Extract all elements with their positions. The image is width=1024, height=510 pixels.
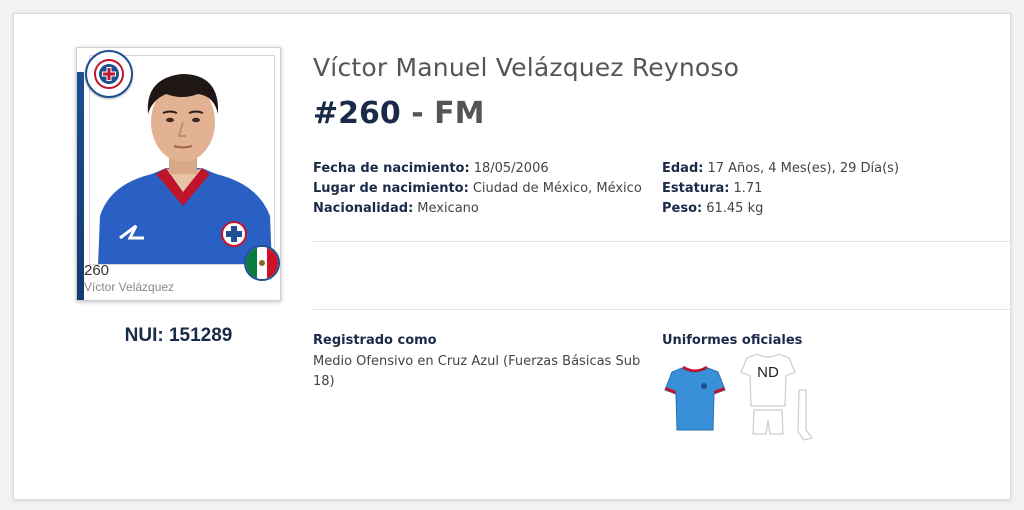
detail-value: 1.71: [733, 181, 763, 196]
uniforms-title: Uniformes oficiales: [662, 333, 803, 348]
detail-row-weight: Peso: 61.45 kg: [662, 199, 899, 219]
divider: [313, 241, 1012, 242]
details-left: Fecha de nacimiento: 18/05/2006 Lugar de …: [313, 159, 642, 219]
nui-label: NUI: 151289: [76, 325, 281, 347]
registration-title: Registrado como: [313, 333, 437, 348]
player-profile-card: 260 Víctor Velázquez NUI: 151289 Víctor …: [13, 13, 1012, 500]
detail-row-age: Edad: 17 Años, 4 Mes(es), 29 Día(s): [662, 159, 899, 179]
details-right: Edad: 17 Años, 4 Mes(es), 29 Día(s) Estat…: [662, 159, 899, 219]
detail-label: Estatura:: [662, 181, 730, 196]
divider: [313, 309, 1012, 310]
detail-label: Nacionalidad:: [313, 201, 414, 216]
detail-row-height: Estatura: 1.71: [662, 179, 899, 199]
detail-value: 18/05/2006: [473, 161, 549, 176]
sticker-player-name: Víctor Velázquez: [84, 280, 175, 294]
player-full-name: Víctor Manuel Velázquez Reynoso: [313, 53, 740, 82]
nui-label-text: NUI:: [124, 325, 164, 346]
detail-value: Mexicano: [417, 201, 479, 216]
player-number-position: #260 - FM: [313, 96, 484, 131]
player-position: FM: [434, 96, 485, 131]
uniform-not-available-label: ND: [757, 364, 779, 381]
sticker-number: 260: [84, 262, 110, 279]
detail-label: Edad:: [662, 161, 704, 176]
registration-text: Medio Ofensivo en Cruz Azul (Fuerzas Bás…: [313, 354, 641, 389]
detail-value: Ciudad de México, México: [472, 181, 642, 196]
sticker-stripe: [77, 72, 84, 300]
detail-label: Peso:: [662, 201, 703, 216]
detail-value: 17 Años, 4 Mes(es), 29 Día(s): [707, 161, 900, 176]
home-kit-shirt-icon: [664, 364, 726, 438]
detail-label: Lugar de nacimiento:: [313, 181, 469, 196]
player-number: #260: [313, 96, 401, 131]
number-separator: -: [411, 96, 424, 131]
detail-value: 61.45 kg: [706, 201, 764, 216]
away-kit-icon: ND: [740, 350, 816, 452]
detail-row-nationality: Nacionalidad: Mexicano: [313, 199, 642, 219]
player-sticker: 260 Víctor Velázquez: [76, 47, 281, 301]
nui-value: 151289: [168, 325, 233, 346]
detail-label: Fecha de nacimiento:: [313, 161, 470, 176]
club-crest-icon: [85, 50, 133, 98]
detail-row-birthdate: Fecha de nacimiento: 18/05/2006: [313, 159, 642, 179]
mexico-flag-icon: [244, 245, 280, 281]
detail-row-birthplace: Lugar de nacimiento: Ciudad de México, Mé…: [313, 179, 642, 199]
